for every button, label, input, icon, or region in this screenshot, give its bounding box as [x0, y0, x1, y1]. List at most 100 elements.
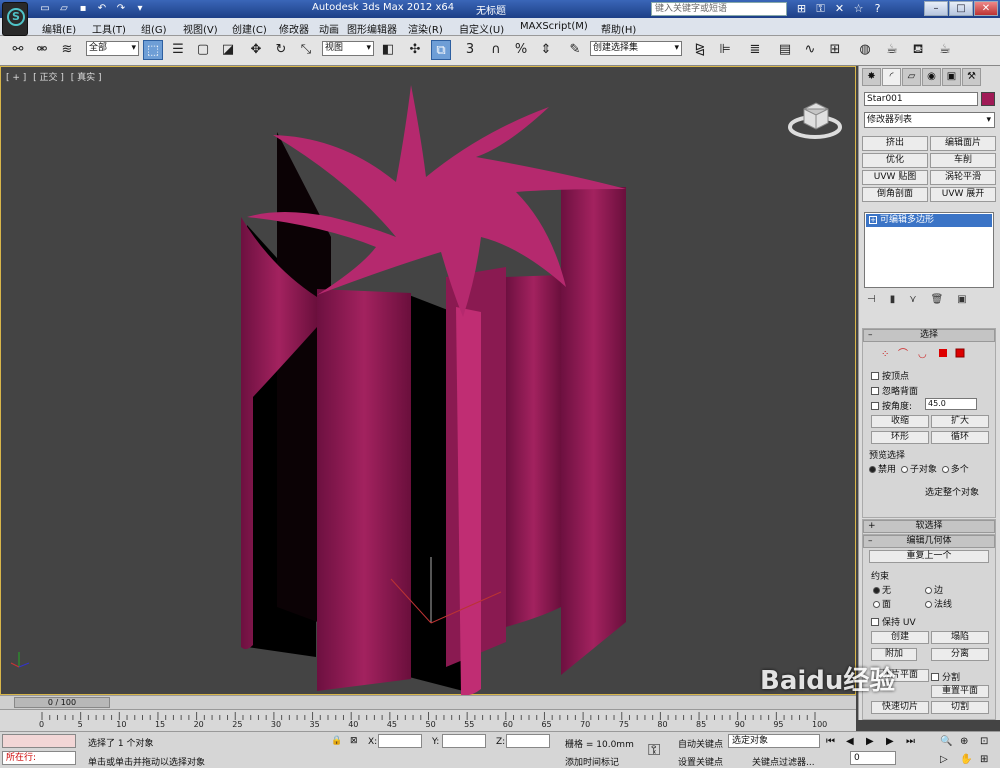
app-logo-button[interactable]: S — [2, 2, 28, 36]
save-icon[interactable]: ▪ — [76, 2, 90, 15]
goto-start-icon[interactable]: ⏮ — [826, 736, 835, 747]
key-filters-button[interactable]: 关键点过滤器... — [752, 755, 815, 768]
auto-key-button[interactable]: 自动关键点 — [678, 737, 723, 750]
bevel-profile-button[interactable]: 倒角剖面 — [862, 187, 928, 202]
hierarchy-tab-icon[interactable]: ▱ — [902, 68, 921, 86]
uvw-map-button[interactable]: UVW 贴图 — [862, 170, 928, 185]
subobject-level-icons[interactable]: ⁘ ⌒ ◡ — [863, 346, 997, 362]
pin-stack-icon[interactable]: ⊣ — [867, 294, 876, 305]
time-slider-track[interactable]: 0 / 100 — [0, 695, 856, 709]
angle-spinner[interactable]: 45.0 — [925, 398, 977, 410]
by-vertex-checkbox[interactable]: 按顶点 — [871, 369, 909, 382]
maxscript-listener[interactable] — [2, 734, 76, 748]
display-tab-icon[interactable]: ▣ — [942, 68, 961, 86]
render-setup-icon[interactable]: ☕ — [882, 40, 902, 60]
soft-selection-header[interactable]: + 软选择 — [863, 520, 995, 533]
align-icon[interactable]: ⊫ — [715, 40, 735, 60]
rect-selection-icon[interactable]: ▢ — [193, 40, 213, 60]
tools-icon[interactable]: ✕ — [833, 2, 846, 15]
quickslice-button[interactable]: 快速切片 — [871, 701, 929, 714]
mirror-icon[interactable]: ⧎ — [690, 40, 710, 60]
lock-selection-icon[interactable]: 🔒 — [331, 736, 342, 746]
zoom-all-icon[interactable]: ⊕ — [960, 736, 968, 747]
pivot-center-icon[interactable]: ◧ — [378, 40, 398, 60]
edit-named-sel-icon[interactable]: ✎ — [565, 40, 585, 60]
create-tab-icon[interactable]: ✸ — [862, 68, 881, 86]
menu-animation[interactable]: 动画 — [319, 21, 339, 36]
detach-button[interactable]: 分离 — [931, 648, 989, 661]
render-production-icon[interactable]: ☕ — [935, 40, 955, 60]
constraint-normal-radio[interactable]: 法线 — [923, 597, 952, 610]
maximize-button[interactable]: □ — [949, 1, 973, 16]
layer-manager-icon[interactable]: ≣ — [745, 40, 765, 60]
edit-patch-button[interactable]: 编辑面片 — [930, 136, 996, 151]
scale-icon[interactable]: ⤡ — [296, 40, 316, 60]
goto-end-icon[interactable]: ⏭ — [906, 736, 915, 747]
grow-button[interactable]: 扩大 — [931, 415, 989, 428]
stack-item-editable-poly[interactable]: + 可编辑多边形 — [866, 214, 992, 227]
remove-modifier-icon[interactable]: 🗑 — [931, 294, 944, 305]
link-icon[interactable]: ⚯ — [8, 40, 28, 60]
open-icon[interactable]: ▱ — [57, 2, 71, 15]
key-icon-large[interactable]: ⚿ — [648, 740, 660, 760]
ring-button[interactable]: 环形 — [871, 431, 929, 444]
schematic-view-icon[interactable]: ⊞ — [825, 40, 845, 60]
pan-icon[interactable]: ✋ — [960, 754, 972, 765]
next-frame-icon[interactable]: ▶ — [886, 736, 894, 747]
unlink-icon[interactable]: ⚮ — [32, 40, 52, 60]
make-unique-icon[interactable]: ⋎ — [909, 294, 916, 305]
angle-snap-icon[interactable]: ∩ — [486, 40, 506, 60]
menu-group[interactable]: 组(G) — [141, 21, 167, 36]
expand-icon[interactable]: + — [869, 216, 877, 224]
menu-views[interactable]: 视图(V) — [183, 21, 218, 36]
key-mode-dropdown[interactable]: 选定对象 — [728, 734, 820, 748]
object-color-swatch[interactable] — [981, 92, 995, 106]
menu-maxscript[interactable]: MAXScript(M) — [520, 21, 588, 32]
lathe-button[interactable]: 车削 — [930, 153, 996, 168]
edit-geometry-header[interactable]: – 编辑几何体 — [863, 535, 995, 548]
current-frame-field[interactable]: 0 — [850, 751, 896, 765]
star-icon[interactable]: ☆ — [852, 2, 865, 15]
material-editor-icon[interactable]: ◍ — [855, 40, 875, 60]
close-button[interactable]: ✕ — [974, 1, 998, 16]
curve-editor-icon[interactable]: ∿ — [800, 40, 820, 60]
play-icon[interactable]: ▶ — [866, 736, 874, 747]
search-input[interactable]: 键入关键字或短语 — [651, 2, 787, 16]
reset-plane-button[interactable]: 重置平面 — [931, 685, 989, 698]
maxscript-line-label[interactable]: 所在行: — [2, 751, 76, 765]
dropdown-icon[interactable]: ▾ — [133, 2, 147, 15]
spinner-snap-icon[interactable]: ⇕ — [536, 40, 556, 60]
new-icon[interactable]: ▭ — [38, 2, 52, 15]
object-name-field[interactable]: Star001 — [864, 92, 978, 106]
prev-frame-icon[interactable]: ◀ — [846, 736, 854, 747]
cut-button[interactable]: 切割 — [931, 701, 989, 714]
add-time-tag[interactable]: 添加时间标记 — [565, 755, 619, 768]
shrink-button[interactable]: 收缩 — [871, 415, 929, 428]
extrude-button[interactable]: 挤出 — [862, 136, 928, 151]
modify-tab-icon[interactable]: ◜ — [882, 68, 901, 86]
reference-coord-dropdown[interactable]: 视图 — [322, 41, 374, 56]
repeat-last-button[interactable]: 重复上一个 — [869, 550, 989, 563]
named-selection-dropdown[interactable]: 创建选择集 — [590, 41, 682, 56]
motion-tab-icon[interactable]: ◉ — [922, 68, 941, 86]
rotate-icon[interactable]: ↻ — [271, 40, 291, 60]
select-manipulate-icon[interactable]: ✣ — [405, 40, 425, 60]
constraint-edge-radio[interactable]: 边 — [923, 583, 943, 596]
help-icon[interactable]: ? — [871, 2, 884, 15]
by-angle-checkbox[interactable]: 按角度: — [871, 399, 912, 412]
unwrap-uvw-button[interactable]: UVW 展开 — [930, 187, 996, 202]
menu-customize[interactable]: 自定义(U) — [459, 21, 504, 36]
split-checkbox[interactable]: 分割 — [931, 670, 960, 683]
menu-edit[interactable]: 编辑(E) — [42, 21, 76, 36]
collapse-button[interactable]: 塌陷 — [931, 631, 989, 644]
keyboard-shortcut-icon[interactable]: ⧉ — [431, 40, 451, 60]
undo-icon[interactable]: ↶ — [95, 2, 109, 15]
selection-filter-dropdown[interactable]: 全部 — [86, 41, 139, 56]
preview-selection-radios[interactable]: 禁用 子对象 多个 — [867, 462, 969, 475]
menu-help[interactable]: 帮助(H) — [601, 21, 636, 36]
constraint-none-radio[interactable]: 无 — [871, 583, 891, 596]
binoculars-icon[interactable]: ⊞ — [795, 2, 808, 15]
move-icon[interactable]: ✥ — [246, 40, 266, 60]
menu-create[interactable]: 创建(C) — [232, 21, 267, 36]
track-bar[interactable]: 0 5 10 15 20 25 30 35 40 45 50 55 60 65 70 75 80 85 90 95 10… — [0, 709, 856, 731]
